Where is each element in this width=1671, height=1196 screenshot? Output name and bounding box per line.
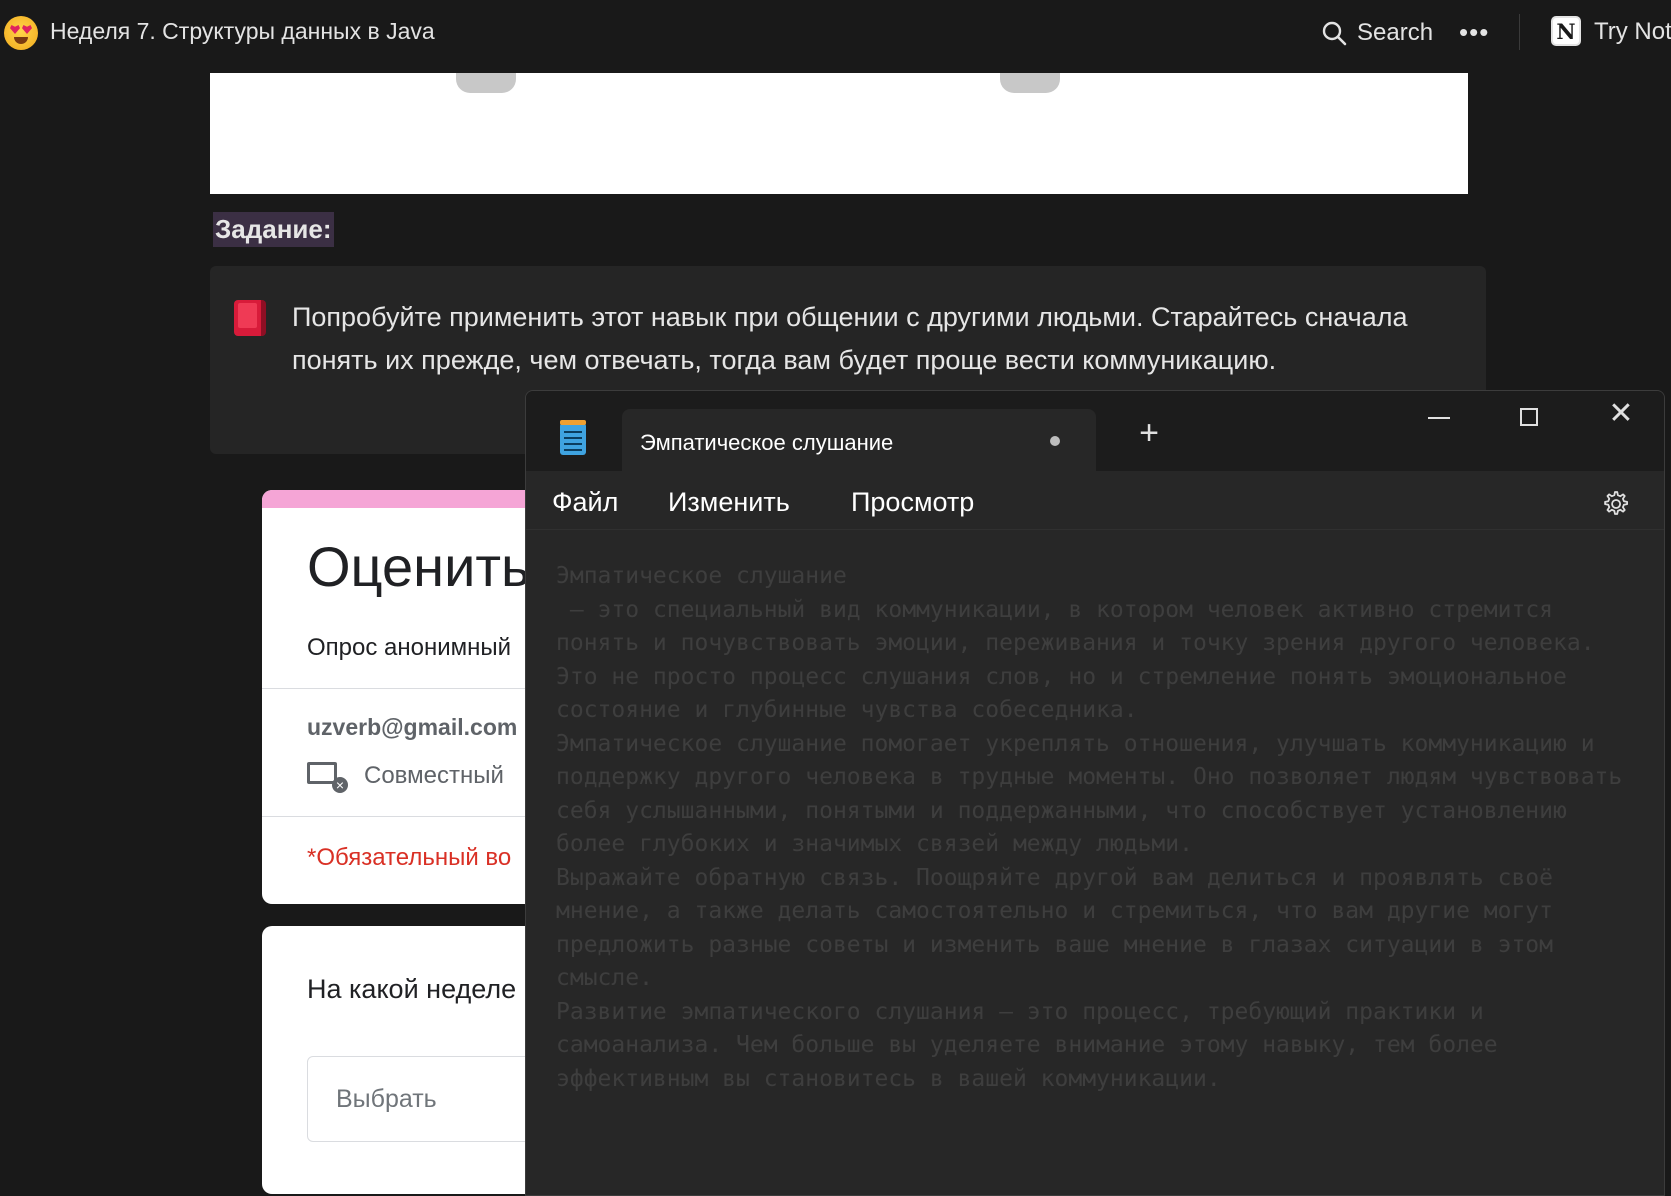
account-email: uzverb@gmail.com: [307, 714, 518, 740]
minimize-button[interactable]: [1400, 391, 1480, 437]
notepad-text-area[interactable]: Эмпатическое слушание — это специальный …: [526, 529, 1664, 1195]
notion-logo-icon[interactable]: N: [1551, 16, 1581, 46]
notepad-title-bar[interactable]: Эмпатическое слушание + ✕: [526, 391, 1664, 471]
notepad-text: Эмпатическое слушание — это специальный …: [556, 563, 1623, 1092]
tab-title: Эмпатическое слушание: [640, 430, 894, 455]
task-heading: Задание:: [213, 212, 334, 247]
image-shape: [456, 73, 516, 93]
search-label: Search: [1357, 19, 1434, 46]
top-bar: Неделя 7. Структуры данных в Java Search…: [0, 0, 1671, 68]
question-text: На какой неделе: [307, 974, 517, 1004]
form-title: Оценить: [307, 535, 531, 598]
notepad-tab[interactable]: Эмпатическое слушание: [622, 409, 1096, 471]
new-tab-plus-icon[interactable]: +: [1131, 411, 1167, 455]
maximize-button[interactable]: [1489, 391, 1569, 437]
page-emoji-icon[interactable]: [4, 16, 38, 50]
more-options-icon[interactable]: •••: [1459, 19, 1489, 45]
image-shape: [1000, 73, 1060, 93]
notepad-app-icon: [560, 420, 586, 455]
embedded-image: [210, 73, 1468, 194]
callout-text[interactable]: Попробуйте применить этот навык при обще…: [292, 296, 1422, 382]
form-description: Опрос анонимный: [307, 634, 512, 661]
search-icon: [1322, 21, 1347, 46]
menu-edit[interactable]: Изменить: [668, 483, 790, 522]
select-placeholder: Выбрать: [336, 1085, 437, 1113]
shared-label: Совместный: [364, 762, 504, 789]
required-note: *Обязательный во: [307, 844, 512, 871]
notepad-menu-bar: Файл Изменить Просмотр: [526, 471, 1664, 529]
red-book-icon: [234, 300, 266, 336]
menu-view[interactable]: Просмотр: [851, 483, 974, 522]
page-title[interactable]: Неделя 7. Структуры данных в Java: [50, 18, 435, 45]
search-button[interactable]: Search: [1321, 16, 1433, 50]
notepad-window: Эмпатическое слушание + ✕ Файл Изменить …: [525, 390, 1665, 1196]
settings-gear-icon[interactable]: [1600, 489, 1630, 519]
menu-file[interactable]: Файл: [552, 483, 618, 522]
toolbar-divider: [1519, 14, 1520, 50]
mail-not-shared-icon: [307, 762, 348, 793]
close-button[interactable]: ✕: [1578, 391, 1664, 437]
try-notion-link[interactable]: Try Notion: [1594, 18, 1671, 46]
unsaved-dot-icon[interactable]: [1050, 436, 1060, 446]
